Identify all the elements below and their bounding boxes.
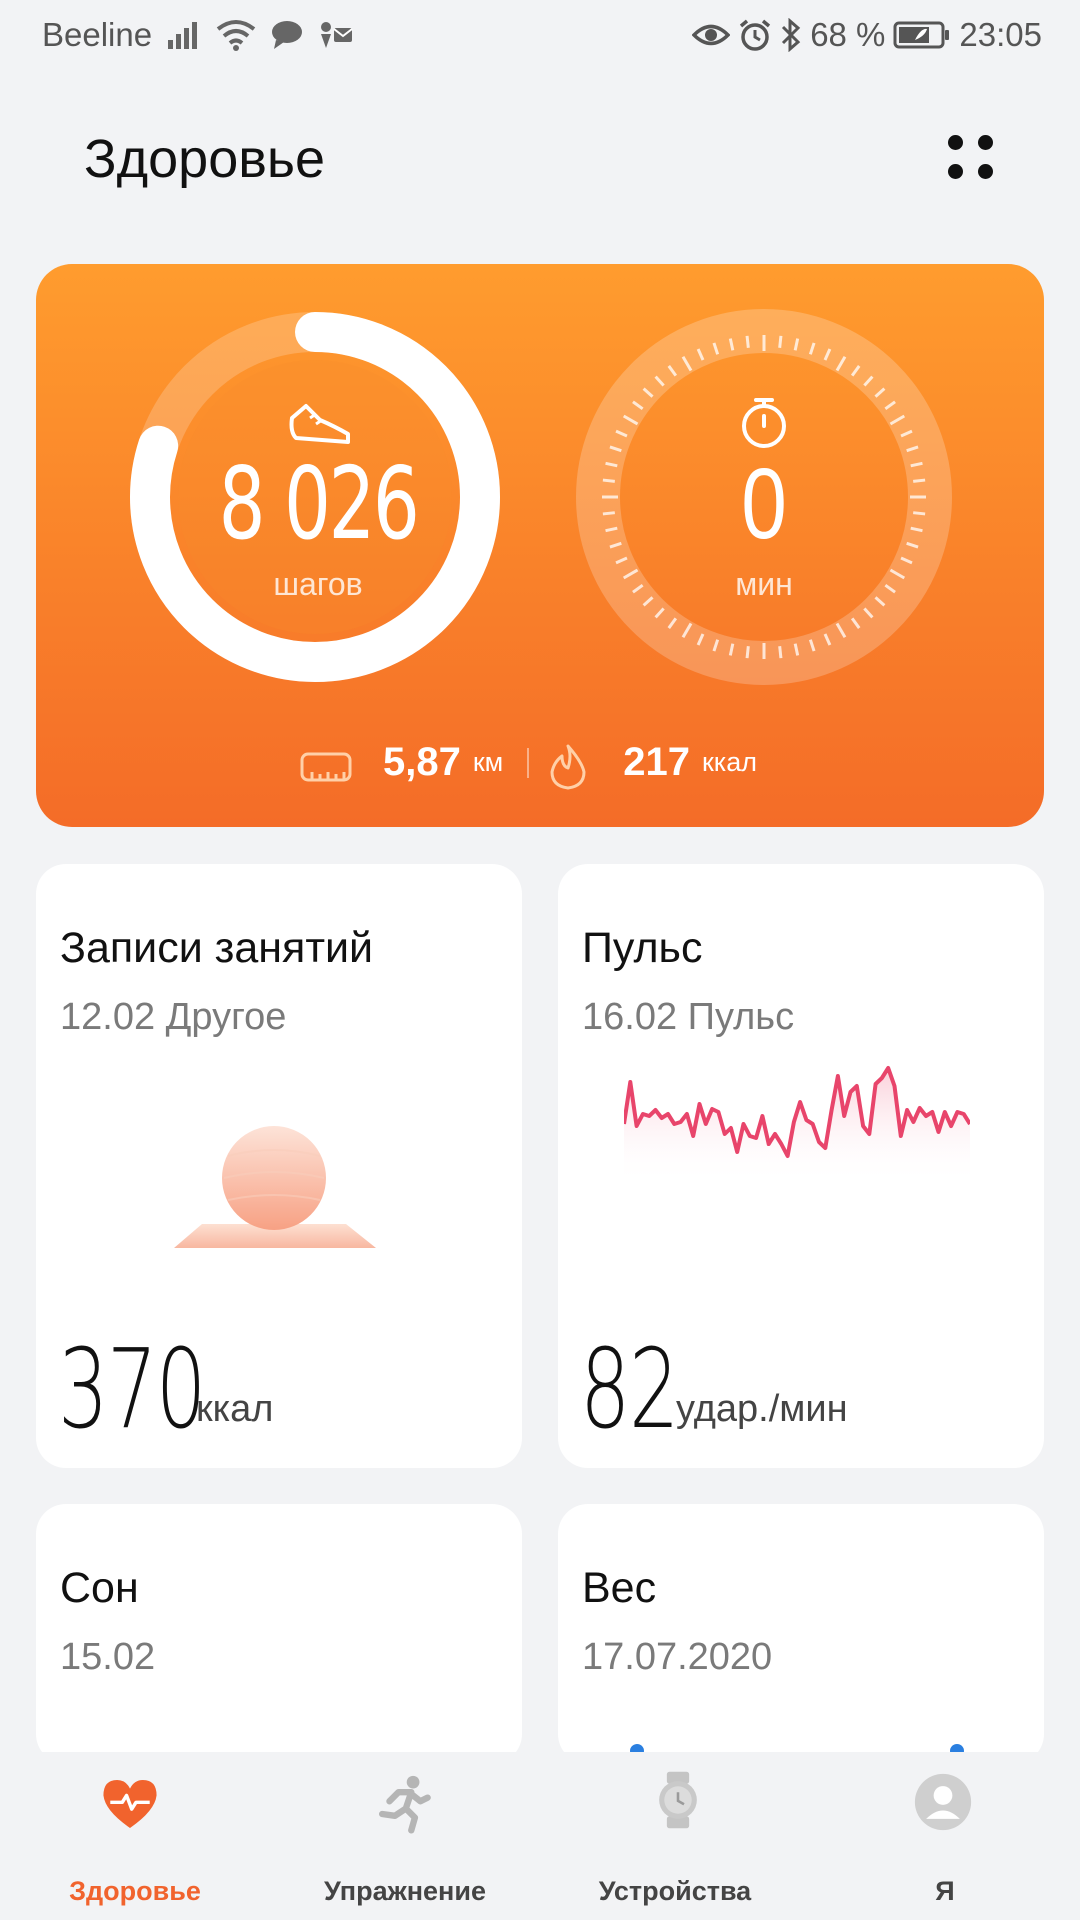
minutes-unit: мин [735, 566, 793, 602]
nav-health-label: Здоровье [69, 1876, 201, 1906]
distance-value: 5,87 [383, 740, 461, 784]
dot-icon [978, 164, 993, 179]
pulse-sparkline [624, 1066, 970, 1184]
nav-exercise-label: Упражнение [324, 1876, 486, 1906]
activity-summary-card[interactable]: 8 026 шагов 0 мин 5,87 км 217 ккал [36, 264, 1044, 827]
workouts-subtitle: 12.02 Другое [60, 996, 287, 1038]
wifi-icon [216, 20, 256, 51]
exercise-ball-illustration [174, 1126, 376, 1248]
minutes-tick [745, 646, 750, 659]
dot-icon [948, 164, 963, 179]
sleep-card[interactable]: Сон 15.02 [36, 1504, 522, 1764]
minutes-value: 0 [741, 448, 787, 560]
stats-divider [527, 747, 530, 778]
calories-value: 217 [623, 740, 690, 784]
running-person-icon [379, 1775, 431, 1834]
heart-pulse-icon [103, 1780, 157, 1828]
alarm-icon [740, 19, 771, 51]
dot-icon [978, 135, 993, 150]
pulse-subtitle: 16.02 Пульс [582, 996, 795, 1038]
nav-devices[interactable]: Устройства [540, 1752, 810, 1920]
workouts-card[interactable]: Записи занятий 12.02 Другое 370 ккал [36, 864, 522, 1468]
bluetooth-icon [782, 18, 801, 52]
calories-stat: 217 ккал [623, 740, 757, 785]
workouts-value: 370 [58, 1325, 206, 1453]
nav-health[interactable]: Здоровье [0, 1752, 270, 1920]
dot-icon [948, 135, 963, 150]
status-bar: Beeline 68 % 23:05 [0, 0, 1080, 76]
more-menu-button[interactable] [944, 132, 1004, 182]
watch-icon [659, 1771, 697, 1829]
distance-unit: км [472, 747, 504, 777]
carrier-label: Beeline [42, 16, 153, 53]
distance-stat: 5,87 км [383, 740, 503, 785]
minutes-tick [778, 335, 783, 348]
eye-comfort-icon [692, 24, 731, 46]
pulse-value: 82 [580, 1325, 679, 1453]
battery-percent: 68 % [810, 16, 886, 53]
profile-icon [914, 1773, 972, 1831]
weight-card[interactable]: Вес 17.07.2020 [558, 1504, 1044, 1764]
calories-unit: ккал [701, 747, 757, 777]
steps-unit: шагов [273, 566, 363, 602]
nav-profile-label: Я [935, 1876, 955, 1906]
pulse-title: Пульс [582, 924, 703, 972]
minutes-tick [745, 335, 750, 348]
weight-subtitle: 17.07.2020 [582, 1636, 773, 1678]
stopwatch-icon [742, 398, 786, 448]
page-title: Здоровье [84, 129, 326, 189]
nav-exercise[interactable]: Упражнение [270, 1752, 540, 1920]
pulse-area [624, 1068, 970, 1184]
battery-icon [893, 21, 950, 49]
sleep-subtitle: 15.02 [60, 1636, 156, 1678]
activity-stats-row: 5,87 км 217 ккал [36, 740, 1044, 785]
pulse-unit: удар./мин [676, 1388, 848, 1430]
pulse-card[interactable]: Пульс 16.02 Пульс 82 удар./мин [558, 864, 1044, 1468]
signal-icon [168, 22, 198, 49]
clock-time: 23:05 [959, 16, 1042, 53]
sleep-title: Сон [60, 1564, 139, 1612]
workouts-unit: ккал [196, 1388, 274, 1430]
chat-icon [272, 21, 303, 49]
steps-value: 8 026 [218, 445, 420, 562]
weight-title: Вес [582, 1564, 657, 1612]
bottom-navigation: Здоровье Упражнение Устройства Я [0, 1752, 1080, 1920]
minutes-tick [778, 646, 783, 659]
workouts-title: Записи занятий [60, 924, 374, 972]
nav-devices-label: Устройства [598, 1876, 752, 1906]
nav-profile[interactable]: Я [810, 1752, 1080, 1920]
notification-icon [321, 22, 353, 48]
